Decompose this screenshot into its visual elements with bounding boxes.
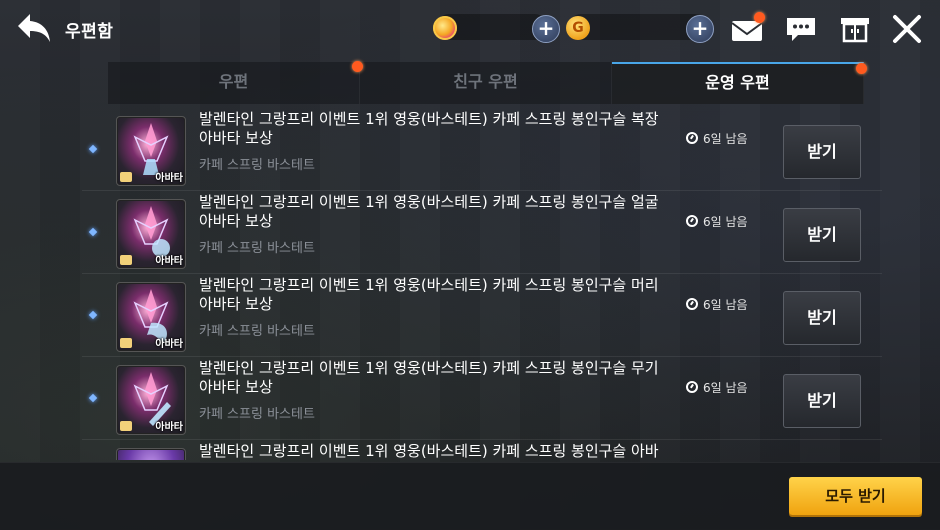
tab-operation-badge <box>856 63 867 74</box>
remaining-time: 6일 남음 <box>703 381 748 395</box>
mail-title: 발렌타인 그랑프리 이벤트 1위 영웅(바스테트) 카페 스프링 봉인구슬 무기… <box>199 359 659 396</box>
mail-list[interactable]: 아바타 발렌타인 그랑프리 이벤트 1위 영웅(바스테트) 카페 스프링 봉인구… <box>82 108 882 460</box>
tab-label: 운영 우편 <box>705 73 770 92</box>
plus-icon: + <box>691 16 709 40</box>
mail-sender: 카페 스프링 바스테트 <box>199 158 315 173</box>
receive-all-button[interactable]: 모두 받기 <box>789 477 922 515</box>
avatar-reward-thumbnail: 아바타 <box>116 199 186 269</box>
receive-button[interactable]: 받기 <box>783 125 861 179</box>
clock-icon <box>686 215 698 227</box>
tab-operation-mail[interactable]: 운영 우편 <box>612 62 867 104</box>
mail-title: 발렌타인 그랑프리 이벤트 1위 영웅(바스테트) 카페 스프링 봉인구슬 복장… <box>199 110 659 147</box>
plus-icon: + <box>537 16 555 40</box>
gold-currency-icon: G <box>566 16 590 40</box>
close-icon <box>893 15 921 43</box>
avatar-reward-thumbnail: 아바타 <box>116 365 186 435</box>
page-title: 우편함 <box>65 22 114 42</box>
chat-icon <box>787 18 815 41</box>
chat-button[interactable] <box>784 14 818 44</box>
remaining-time: 6일 남음 <box>703 215 748 229</box>
avatar-reward-thumbnail: 아바타 <box>116 282 186 352</box>
mail-badge <box>754 12 765 23</box>
thumb-tag: 아바타 <box>155 256 183 267</box>
mail-title: 발렌타인 그랑프리 이벤트 1위 영웅(바스테트) 카페 스프링 봉인구슬 머리… <box>199 276 659 313</box>
receive-button[interactable]: 받기 <box>783 374 861 428</box>
close-button[interactable] <box>890 14 924 44</box>
tab-mail[interactable]: 우편 <box>108 61 363 104</box>
avatar-reward-thumbnail <box>116 448 186 460</box>
remaining-time: 6일 남음 <box>703 298 748 312</box>
shirt-icon <box>120 338 132 348</box>
mail-button[interactable] <box>730 12 765 44</box>
receive-button[interactable]: 받기 <box>783 208 861 262</box>
unread-indicator <box>88 227 98 237</box>
mail-item: 아바타 발렌타인 그랑프리 이벤트 1위 영웅(바스테트) 카페 스프링 봉인구… <box>82 191 882 274</box>
mail-item: 아바타 발렌타인 그랑프리 이벤트 1위 영웅(바스테트) 카페 스프링 봉인구… <box>82 357 882 440</box>
receive-button[interactable]: 받기 <box>783 291 861 345</box>
back-arrow-icon <box>18 14 50 42</box>
unread-indicator <box>88 393 98 403</box>
mail-title: 발렌타인 그랑프리 이벤트 1위 영웅(바스테트) 카페 스프링 봉인구슬 아바… <box>199 442 659 460</box>
add-gem-button[interactable]: + <box>532 15 560 43</box>
shirt-icon <box>120 172 132 182</box>
mail-item: 아바타 발렌타인 그랑프리 이벤트 1위 영웅(바스테트) 카페 스프링 봉인구… <box>82 108 882 191</box>
tab-label: 우편 <box>218 72 249 91</box>
mail-sender: 카페 스프링 바스테트 <box>199 324 315 339</box>
thumb-tag: 아바타 <box>155 339 183 350</box>
mail-sender: 카페 스프링 바스테트 <box>199 407 315 422</box>
clock-icon <box>686 298 698 310</box>
mail-tabs: 우편 친구 우편 운영 우편 <box>108 61 867 104</box>
unread-indicator <box>88 310 98 320</box>
mail-item: 발렌타인 그랑프리 이벤트 1위 영웅(바스테트) 카페 스프링 봉인구슬 아바… <box>82 440 882 460</box>
remaining-time: 6일 남음 <box>703 132 748 146</box>
mail-item: 아바타 발렌타인 그랑프리 이벤트 1위 영웅(바스테트) 카페 스프링 봉인구… <box>82 274 882 357</box>
gem-currency-icon <box>433 16 457 40</box>
add-gold-button[interactable]: + <box>686 15 714 43</box>
tab-label: 친구 우편 <box>453 72 518 91</box>
closet-button[interactable] <box>838 14 872 44</box>
header: 우편함 + G + <box>0 0 940 58</box>
mail-sender: 카페 스프링 바스테트 <box>199 241 315 256</box>
tab-friend-mail[interactable]: 친구 우편 <box>360 62 612 104</box>
avatar-reward-thumbnail: 아바타 <box>116 116 186 186</box>
shirt-icon <box>120 255 132 265</box>
clock-icon <box>686 132 698 144</box>
shirt-icon <box>120 421 132 431</box>
closet-icon <box>841 18 869 43</box>
back-button[interactable] <box>14 10 54 46</box>
thumb-tag: 아바타 <box>155 422 183 433</box>
unread-indicator <box>88 144 98 154</box>
mail-title: 발렌타인 그랑프리 이벤트 1위 영웅(바스테트) 카페 스프링 봉인구슬 얼굴… <box>199 193 659 230</box>
clock-icon <box>686 381 698 393</box>
thumb-tag: 아바타 <box>155 173 183 184</box>
